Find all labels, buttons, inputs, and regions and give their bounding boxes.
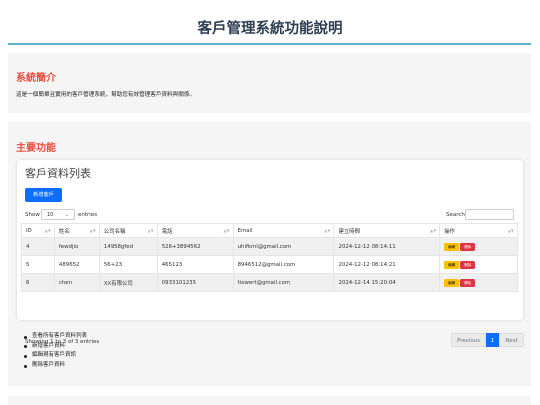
delete-button[interactable]: 刪除	[460, 260, 476, 269]
column-header[interactable]: 公司名稱 ▲▼	[98, 223, 158, 238]
table-body: 4 fewdjio 14958gfed 526+3894562 uhifkml@gmai…	[21, 237, 518, 292]
column-header[interactable]: 操作 ▲▼	[439, 223, 518, 238]
table-cell: chen	[53, 273, 100, 292]
show-label: Show	[25, 212, 40, 218]
table-row: 4 fewdjio 14958gfed 526+3894562 uhifkml@gmai…	[21, 237, 518, 256]
column-header[interactable]: Email ▲▼	[232, 223, 335, 238]
column-header-label: 姓名	[58, 228, 70, 235]
customer-list-card: 客戶資料列表 新增客戶 Show 10 ⌄ entries Search: ID…	[17, 160, 524, 347]
column-header-label: 操作	[444, 228, 455, 235]
search-label: Search:	[446, 212, 467, 218]
table-cell: 2024-12-12 08:14:21	[333, 255, 441, 274]
table-cell: 8946512@gmail.com	[232, 255, 335, 274]
intro-heading: 系統簡介	[16, 73, 56, 84]
sort-icon: ▲▼	[223, 228, 230, 233]
search-input[interactable]	[465, 209, 514, 220]
table-cell: tiowert@gmail.com	[232, 273, 335, 292]
list-item: 刪除客戶資料	[24, 361, 87, 371]
table-cell: 526+3894562	[156, 237, 234, 256]
title-divider	[8, 43, 531, 45]
table-header-row: ID ▲▼ 姓名 ▲▼ 公司名稱 ▲▼ 電話 ▲▼ Email ▲▼ 建立時間 ▲▼ 操作 ▲▼	[21, 223, 518, 238]
column-header[interactable]: 電話 ▲▼	[156, 223, 234, 238]
table-cell: 465123	[156, 255, 234, 274]
list-item: 編輯現有客戶資訊	[24, 351, 87, 361]
pagination: Previous 1 Next	[451, 333, 524, 347]
intro-section: 系統簡介 這是一個簡單且實用的客戶管理系統，幫助您有效管理客戶資料與關係。	[8, 53, 531, 113]
sort-icon: ▲▼	[44, 228, 51, 233]
column-header-label: ID	[26, 227, 32, 234]
table-cell: XX有限公司	[98, 273, 158, 292]
edit-button[interactable]: 編輯	[444, 260, 460, 269]
table-cell: 2024-12-14 15:20:04	[333, 273, 441, 292]
table-cell: fewdjio	[53, 237, 100, 256]
page-length-value: 10	[47, 212, 54, 218]
previous-page-button[interactable]: Previous	[451, 333, 486, 347]
edit-button[interactable]: 編輯	[444, 242, 460, 251]
table-cell: 489652	[53, 255, 100, 274]
customer-table: ID ▲▼ 姓名 ▲▼ 公司名稱 ▲▼ 電話 ▲▼ Email ▲▼ 建立時間 ▲▼ 操作 ▲▼ 4 few…	[21, 223, 518, 292]
sort-icon: ▲▼	[430, 228, 437, 233]
column-header-label: Email	[237, 227, 253, 234]
delete-button[interactable]: 刪除	[460, 278, 476, 287]
actions-cell: 編輯 刪除	[439, 255, 518, 274]
table-cell: 56+23	[98, 255, 158, 274]
edit-button[interactable]: 編輯	[444, 278, 460, 287]
list-item: 新增客戶資料	[24, 342, 87, 352]
column-header[interactable]: ID ▲▼	[21, 223, 55, 238]
column-header-label: 建立時間	[338, 228, 361, 235]
actions-cell: 編輯 刪除	[439, 237, 518, 256]
sort-icon: ▲▼	[507, 228, 514, 233]
table-cell: 6	[21, 273, 55, 292]
column-header[interactable]: 姓名 ▲▼	[53, 223, 100, 238]
sort-icon: ▲▼	[89, 228, 96, 233]
sort-icon: ▲▼	[147, 228, 154, 233]
page-length-select[interactable]: 10 ⌄	[41, 209, 75, 220]
card-title: 客戶資料列表	[25, 167, 91, 180]
table-cell: 4	[21, 237, 55, 256]
column-header-label: 電話	[161, 228, 173, 235]
column-header-label: 公司名稱	[103, 228, 126, 235]
features-heading: 主要功能	[16, 143, 56, 154]
table-cell: 14958gfed	[98, 237, 158, 256]
intro-text: 這是一個簡單且實用的客戶管理系統，幫助您有效管理客戶資料與關係。	[16, 92, 196, 98]
table-cell: 0933101235	[156, 273, 234, 292]
page-1-button[interactable]: 1	[486, 333, 499, 347]
delete-button[interactable]: 刪除	[460, 242, 476, 251]
list-item: 查看所有客戶資料列表	[24, 332, 87, 342]
table-row: 5 489652 56+23 465123 8946512@gmail.com 2024-…	[21, 255, 518, 274]
table-cell: 2024-12-12 08:14:11	[333, 237, 441, 256]
add-customer-button[interactable]: 新增客戶	[25, 188, 62, 202]
table-row: 6 chen XX有限公司 0933101235 tiowert@gmail.com 20…	[21, 273, 518, 292]
table-cell: 5	[21, 255, 55, 274]
actions-cell: 編輯 刪除	[439, 273, 518, 292]
features-section: 主要功能 客戶資料列表 新增客戶 Show 10 ⌄ entries Searc…	[8, 122, 531, 386]
table-cell: uhifkml@gmail.com	[232, 237, 335, 256]
next-section	[8, 396, 531, 405]
feature-list: 查看所有客戶資料列表 新增客戶資料 編輯現有客戶資訊 刪除客戶資料	[24, 332, 87, 371]
entries-label: entries	[78, 212, 98, 218]
chevron-down-icon: ⌄	[64, 212, 69, 218]
next-page-button[interactable]: Next	[499, 333, 524, 347]
sort-icon: ▲▼	[324, 228, 331, 233]
page-title: 客戶管理系統功能說明	[197, 21, 343, 37]
column-header[interactable]: 建立時間 ▲▼	[333, 223, 441, 238]
